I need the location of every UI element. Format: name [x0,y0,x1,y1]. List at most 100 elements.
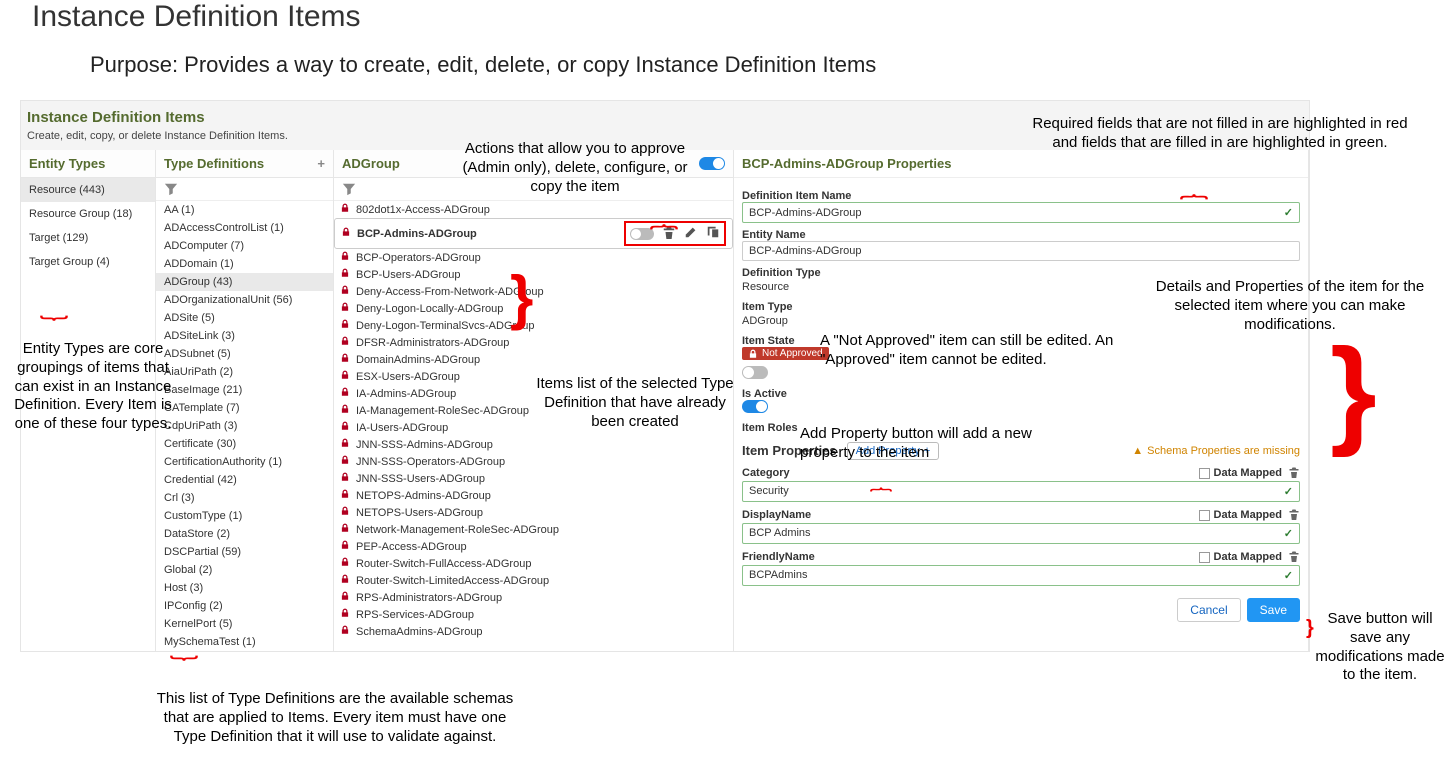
delete-property-icon[interactable] [1288,550,1300,565]
entity-types-header-label: Entity Types [29,156,105,171]
type-definition-item[interactable]: Host (3) [156,579,333,597]
type-definition-item[interactable]: CdpUriPath (3) [156,417,333,435]
type-definition-item[interactable]: KernelPort (5) [156,615,333,633]
lock-icon [340,370,350,383]
type-definition-item[interactable]: Global (2) [156,561,333,579]
lock-icon [340,438,350,451]
type-definition-item[interactable]: Certificate (30) [156,435,333,453]
instance-item-row[interactable]: Deny-Logon-TerminalSvcs-ADGroup [334,317,733,334]
property-name: DisplayName [742,509,811,521]
data-mapped-toggle[interactable]: Data Mapped [1199,509,1282,521]
anno-save: Save button will save any modifications … [1310,610,1450,685]
delete-property-icon[interactable] [1288,508,1300,523]
instance-item-row[interactable]: Router-Switch-FullAccess-ADGroup [334,555,733,572]
instance-item-row[interactable]: JNN-SSS-Users-ADGroup [334,470,733,487]
type-definition-item[interactable]: ADComputer (7) [156,237,333,255]
type-definition-item[interactable]: ADSiteLink (3) [156,327,333,345]
lock-icon [340,540,350,553]
lock-icon [748,349,758,359]
is-active-toggle[interactable] [742,400,768,413]
entity-name-field[interactable]: BCP-Admins-ADGroup [742,241,1300,261]
lock-icon [340,506,350,519]
entity-type-item[interactable]: Resource (443) [21,178,155,202]
type-definition-item[interactable]: CertificationAuthority (1) [156,453,333,471]
add-type-definition-button[interactable]: + [317,156,325,171]
brace-items: } [510,280,533,316]
warning-icon: ▲ [1132,445,1143,457]
delete-property-icon[interactable] [1288,466,1300,481]
item-property: FriendlyNameData MappedBCPAdmins✓ [742,550,1300,586]
type-definition-item[interactable]: DataStore (2) [156,525,333,543]
lock-icon [340,591,350,604]
type-definition-item[interactable]: ADSite (5) [156,309,333,327]
type-definition-item[interactable]: ADSubnet (5) [156,345,333,363]
instance-item-row[interactable]: SchemaAdmins-ADGroup [334,623,733,640]
instance-item-row[interactable]: DomainAdmins-ADGroup [334,351,733,368]
instance-item-label: JNN-SSS-Operators-ADGroup [356,456,727,468]
instance-item-row[interactable]: Router-Switch-LimitedAccess-ADGroup [334,572,733,589]
property-value-field[interactable]: Security✓ [742,481,1300,502]
type-definition-item[interactable]: DSCPartial (59) [156,543,333,561]
type-definition-item[interactable]: BaseImage (21) [156,381,333,399]
lock-icon [340,489,350,502]
entity-type-item[interactable]: Target (129) [21,226,155,250]
type-definition-item[interactable]: CATemplate (7) [156,399,333,417]
check-icon: ✓ [1284,206,1293,219]
instance-item-row[interactable]: JNN-SSS-Operators-ADGroup [334,453,733,470]
cancel-button[interactable]: Cancel [1177,598,1240,622]
item-state-toggle[interactable] [742,366,768,379]
entity-type-item[interactable]: Target Group (4) [21,250,155,274]
check-icon: ✓ [1284,569,1293,582]
type-definition-item[interactable]: ADDomain (1) [156,255,333,273]
type-definition-item[interactable]: ADOrganizationalUnit (56) [156,291,333,309]
type-definition-item[interactable]: AiaUriPath (2) [156,363,333,381]
instance-item-row[interactable]: RPS-Administrators-ADGroup [334,589,733,606]
checkbox-icon [1199,468,1210,479]
entity-type-item[interactable]: Resource Group (18) [21,202,155,226]
anno-add-property: Add Property button will add a new prope… [800,425,1060,463]
type-definition-item[interactable]: Crl (3) [156,489,333,507]
instance-item-row[interactable]: BCP-Operators-ADGroup [334,249,733,266]
properties-header: BCP-Admins-ADGroup Properties [734,150,1308,178]
lock-icon [340,319,350,332]
data-mapped-label: Data Mapped [1214,551,1282,563]
data-mapped-toggle[interactable]: Data Mapped [1199,467,1282,479]
instance-item-row[interactable]: RPS-Services-ADGroup [334,606,733,623]
property-value-field[interactable]: BCP Admins✓ [742,523,1300,544]
data-mapped-toggle[interactable]: Data Mapped [1199,551,1282,563]
property-value-field[interactable]: BCPAdmins✓ [742,565,1300,586]
entity-types-header: Entity Types [21,150,155,178]
edit-icon[interactable] [684,225,698,242]
type-definition-item[interactable]: MySchemaTest (1) [156,633,333,651]
lock-icon [340,523,350,536]
type-definition-item[interactable]: CustomType (1) [156,507,333,525]
instance-item-label: RPS-Services-ADGroup [356,609,727,621]
type-definition-item[interactable]: Credential (42) [156,471,333,489]
instance-item-row[interactable]: BCP-Users-ADGroup [334,266,733,283]
copy-icon[interactable] [706,225,720,242]
instance-item-label: RPS-Administrators-ADGroup [356,592,727,604]
instance-item-row[interactable]: NETOPS-Users-ADGroup [334,504,733,521]
lock-icon [340,608,350,621]
entity-name-value: BCP-Admins-ADGroup [749,245,861,257]
brace-save: } [1306,622,1314,634]
property-name: Category [742,467,790,479]
instance-item-row[interactable]: Network-Management-RoleSec-ADGroup [334,521,733,538]
type-definition-item[interactable]: IPConfig (2) [156,597,333,615]
type-definition-item[interactable]: ADGroup (43) [156,273,333,291]
save-button[interactable]: Save [1247,598,1300,622]
type-definition-item[interactable]: ADAccessControlList (1) [156,219,333,237]
anno-entity-types: Entity Types are core groupings of items… [8,340,178,434]
instance-item-row[interactable]: PEP-Access-ADGroup [334,538,733,555]
instance-item-row[interactable]: JNN-SSS-Admins-ADGroup [334,436,733,453]
type-definitions-filter[interactable] [156,178,333,201]
checkbox-icon [1199,510,1210,521]
instance-item-row[interactable]: DFSR-Administrators-ADGroup [334,334,733,351]
brace-details: } [1330,355,1377,427]
instance-item-row[interactable]: NETOPS-Admins-ADGroup [334,487,733,504]
definition-item-name-field[interactable]: BCP-Admins-ADGroup ✓ [742,202,1300,223]
entity-name-label: Entity Name [742,229,1300,241]
type-definition-item[interactable]: AA (1) [156,201,333,219]
instance-item-row[interactable]: Deny-Access-From-Network-ADGroup [334,283,733,300]
instance-item-row[interactable]: Deny-Logon-Locally-ADGroup [334,300,733,317]
